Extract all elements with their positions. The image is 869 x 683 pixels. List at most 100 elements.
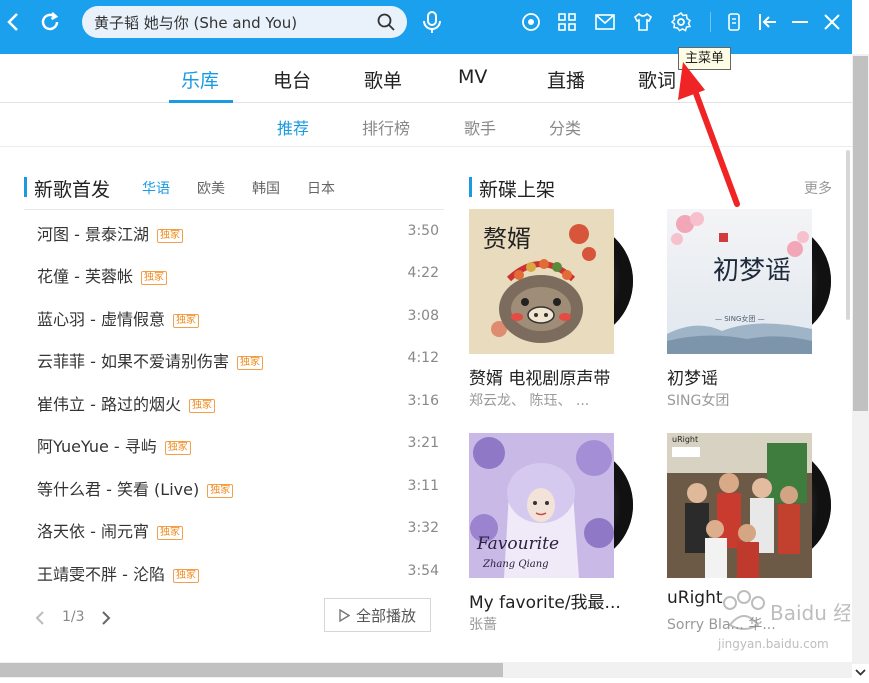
album-cover: Favourite Zhang Qiang xyxy=(469,433,614,578)
subtab-categories[interactable]: 分类 xyxy=(549,115,581,139)
next-page-icon[interactable] xyxy=(101,610,111,629)
subtab-recommended[interactable]: 推荐 xyxy=(277,115,309,139)
song-title: 花僮 - 芙蓉帐 xyxy=(37,267,133,286)
song-row[interactable]: 花僮 - 芙蓉帐 独家 4:22 xyxy=(24,253,444,295)
song-row[interactable]: 王靖雯不胖 - 沦陷 独家 3:54 xyxy=(24,551,444,593)
exclusive-badge: 独家 xyxy=(172,314,199,328)
refresh-icon[interactable] xyxy=(38,10,62,34)
song-duration: 3:50 xyxy=(407,223,439,239)
subtab-artists[interactable]: 歌手 xyxy=(464,115,496,139)
exclusive-badge: 独家 xyxy=(156,526,183,540)
song-title: 河图 - 景泰江湖 xyxy=(37,225,149,244)
tab-playlists[interactable]: 歌单 xyxy=(364,66,402,93)
song-duration: 4:12 xyxy=(407,350,439,366)
song-duration: 3:54 xyxy=(407,563,439,579)
album-card[interactable]: Favourite Zhang Qiang My favorite/我最... … xyxy=(469,433,639,643)
song-row[interactable]: 河图 - 景泰江湖 独家 3:50 xyxy=(24,211,444,253)
search-icon[interactable] xyxy=(377,13,395,35)
prev-page-icon[interactable] xyxy=(35,610,45,629)
album-cover: 赘婿 xyxy=(469,209,614,354)
tab-mv[interactable]: MV xyxy=(458,66,487,88)
content-scroll-thumb[interactable] xyxy=(846,150,850,320)
song-row[interactable]: 阿YueYue - 寻屿 独家 3:21 xyxy=(24,423,444,465)
exclusive-badge: 独家 xyxy=(188,399,215,413)
settings-icon[interactable] xyxy=(670,11,692,33)
album-title: uRight xyxy=(667,588,723,608)
lang-tab-chinese[interactable]: 华语 xyxy=(142,178,170,198)
song-title: 崔伟立 - 路过的烟火 xyxy=(37,395,181,414)
horizontal-scroll-thumb[interactable] xyxy=(0,663,503,677)
song-row[interactable]: 云菲菲 - 如果不爱请别伤害 独家 4:12 xyxy=(24,338,444,380)
cover-text: 赘婿 xyxy=(483,225,531,253)
song-duration: 3:11 xyxy=(407,478,439,494)
voice-search-icon[interactable] xyxy=(421,10,443,34)
album-cover: 初梦谣 — SING女团 — xyxy=(667,209,812,354)
song-title: 蓝心羽 - 虚情假意 xyxy=(37,310,165,329)
album-artist: Sorry Bla... 华... xyxy=(667,617,776,633)
album-artist: 张蔷 xyxy=(469,617,497,633)
title-bar xyxy=(0,0,852,54)
exclusive-badge: 独家 xyxy=(236,356,263,370)
back-icon[interactable] xyxy=(5,12,21,32)
tab-live[interactable]: 直播 xyxy=(547,66,585,93)
lang-tab-korean[interactable]: 韩国 xyxy=(252,178,280,198)
song-duration: 4:22 xyxy=(407,265,439,281)
vertical-scroll-thumb[interactable] xyxy=(853,56,868,411)
album-card[interactable]: 初梦谣 — SING女团 — 初梦谣 SING女团 xyxy=(667,209,837,419)
tab-lyrics[interactable]: 歌词 xyxy=(638,66,676,93)
scroll-down-icon[interactable] xyxy=(852,664,869,678)
tab-music-library[interactable]: 乐库 xyxy=(181,66,219,93)
collapse-icon[interactable] xyxy=(758,12,778,32)
lang-tab-japanese[interactable]: 日本 xyxy=(307,178,335,198)
search-box[interactable] xyxy=(82,6,407,38)
mini-mode-icon[interactable] xyxy=(727,12,741,32)
sub-tab-bar: 推荐 排行榜 歌手 分类 xyxy=(0,103,852,147)
song-row[interactable]: 蓝心羽 - 虚情假意 独家 3:08 xyxy=(24,296,444,338)
cover-text: uRight xyxy=(672,435,698,444)
song-duration: 3:16 xyxy=(407,393,439,409)
cover-sub: Zhang Qiang xyxy=(482,559,549,570)
album-card[interactable]: uRight uRight Sorry Bla... 华... xyxy=(667,433,837,643)
section-accent-bar xyxy=(469,177,472,197)
album-title: My favorite/我最... xyxy=(469,593,621,613)
album-cover: uRight xyxy=(667,433,812,578)
new-songs-title: 新歌首发 xyxy=(34,179,111,201)
album-card[interactable]: 赘婿 赘婿 电视剧原声带 郑云龙、 陈珏、 ... xyxy=(469,209,639,419)
subtab-charts[interactable]: 排行榜 xyxy=(362,115,410,139)
song-title: 等什么君 - 笑看 (Live) xyxy=(37,480,200,499)
song-row[interactable]: 崔伟立 - 路过的烟火 独家 3:16 xyxy=(24,381,444,423)
song-row[interactable]: 洛天依 - 闹元宵 独家 3:32 xyxy=(24,508,444,550)
page-indicator: 1/3 xyxy=(62,609,85,625)
album-artist: SING女团 xyxy=(667,393,730,409)
search-input[interactable] xyxy=(94,6,364,38)
main-menu-tooltip: 主菜单 xyxy=(678,47,732,70)
play-all-button[interactable]: 全部播放 xyxy=(324,598,431,632)
song-title: 王靖雯不胖 - 沦陷 xyxy=(37,565,165,584)
lang-tab-western[interactable]: 欧美 xyxy=(197,178,225,198)
more-link[interactable]: 更多 xyxy=(804,178,832,198)
tab-radio[interactable]: 电台 xyxy=(273,66,311,93)
song-duration: 3:08 xyxy=(407,308,439,324)
minimize-icon[interactable] xyxy=(791,12,809,32)
song-duration: 3:21 xyxy=(407,435,439,451)
song-title: 阿YueYue - 寻屿 xyxy=(37,437,157,456)
play-icon xyxy=(339,608,350,622)
mail-icon[interactable] xyxy=(594,12,616,32)
exclusive-badge: 独家 xyxy=(207,484,234,498)
section-divider xyxy=(24,209,444,210)
album-title: 初梦谣 xyxy=(667,369,718,389)
cover-text: 初梦谣 xyxy=(713,256,791,286)
cover-text: Favourite xyxy=(476,534,559,554)
song-row[interactable]: 等什么君 - 笑看 (Live) 独家 3:11 xyxy=(24,466,444,508)
exclusive-badge: 独家 xyxy=(164,441,191,455)
exclusive-badge: 独家 xyxy=(172,569,199,583)
separator xyxy=(710,12,711,32)
song-duration: 3:32 xyxy=(407,520,439,536)
album-title: 赘婿 电视剧原声带 xyxy=(469,369,611,389)
close-icon[interactable] xyxy=(823,12,841,32)
skin-icon[interactable] xyxy=(632,11,654,33)
play-all-label: 全部播放 xyxy=(355,607,416,625)
new-albums-title: 新碟上架 xyxy=(479,179,556,201)
radio-icon[interactable] xyxy=(521,12,541,32)
apps-icon[interactable] xyxy=(557,12,577,32)
